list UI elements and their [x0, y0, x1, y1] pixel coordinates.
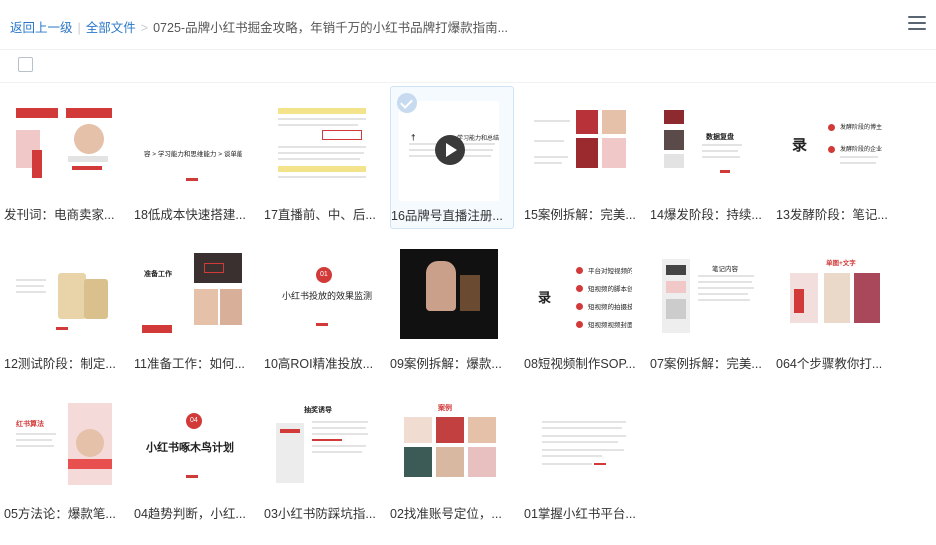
file-name: 10高ROI精准投放... — [264, 357, 374, 371]
file-name: 01掌握小红书平台... — [524, 507, 636, 521]
file-name: 17直播前、中、后... — [264, 208, 376, 222]
file-thumbnail — [398, 249, 498, 349]
select-all-row — [0, 50, 936, 83]
current-folder: 0725-品牌小红书掘金攻略，年销千万的小红书品牌打爆款指南... — [153, 21, 508, 35]
file-name: 14爆发阶段：持续... — [650, 208, 762, 222]
file-name: 04趋势判断，小红... — [134, 507, 246, 521]
file-tile[interactable]: 容 > 学习能力和思维能力 > 谈单能力 > 控场能力 18低成本快速搭建... — [134, 86, 258, 229]
file-tile[interactable]: 17直播前、中、后... — [264, 86, 388, 229]
file-tile[interactable]: 准备工作 11准备工作：如何... — [134, 235, 258, 378]
top-bar: 返回上一级 | 全部文件 >0725-品牌小红书掘金攻略，年销千万的小红书品牌打爆款指… — [0, 0, 936, 50]
file-tile[interactable]: 09案例拆解：爆款... — [390, 235, 514, 378]
breadcrumb-divider: | — [77, 21, 81, 35]
file-name: 18低成本快速搭建... — [134, 208, 246, 222]
file-thumbnail: 笔记内容 — [658, 249, 758, 349]
file-thumbnail — [272, 100, 372, 200]
file-tile[interactable]: 15案例拆解：完美... — [524, 86, 648, 229]
file-tile[interactable]: 录 发酵阶段的博主 发酵阶段的企业 13发酵阶段：笔记... — [776, 86, 900, 229]
file-tile[interactable]: 案例 02找准账号定位，... — [390, 385, 514, 528]
file-thumbnail: 录 发酵阶段的博主 发酵阶段的企业 — [784, 100, 884, 200]
file-tile[interactable]: † 学习能力和总结能 16品牌号直播注册... — [390, 86, 514, 229]
file-name: 05方法论：爆款笔... — [4, 507, 116, 521]
file-thumbnail: 抽奖诱导 — [272, 399, 372, 499]
file-thumbnail: 红书算法 — [12, 399, 112, 499]
file-name: 11准备工作：如何... — [134, 357, 245, 371]
file-thumbnail: 准备工作 — [142, 249, 242, 349]
menu-icon[interactable] — [908, 16, 926, 32]
checkmark-icon[interactable] — [397, 93, 417, 113]
file-name: 07案例拆解：完美... — [650, 357, 762, 371]
file-thumbnail — [12, 100, 112, 200]
file-tile[interactable]: 04 小红书啄木鸟计划 04趋势判断，小红... — [134, 385, 258, 528]
file-tile[interactable]: 发刊词：电商卖家... — [4, 86, 128, 229]
file-tile[interactable]: 笔记内容 07案例拆解：完美... — [650, 235, 774, 378]
file-thumbnail: 案例 — [398, 399, 498, 499]
file-name: 08短视频制作SOP... — [524, 357, 636, 371]
file-tile[interactable]: 数据复盘 14爆发阶段：持续... — [650, 86, 774, 229]
file-thumbnail: 01 小红书投放的效果监测 — [272, 249, 372, 349]
breadcrumb: 返回上一级 | 全部文件 >0725-品牌小红书掘金攻略，年销千万的小红书品牌打爆款指… — [10, 17, 508, 36]
file-tile[interactable]: 红书算法 05方法论：爆款笔... — [4, 385, 128, 528]
chevron-right-icon: > — [140, 21, 149, 35]
file-tile[interactable]: 01 小红书投放的效果监测 10高ROI精准投放... — [264, 235, 388, 378]
file-name: 09案例拆解：爆款... — [390, 357, 502, 371]
file-thumbnail — [12, 249, 112, 349]
file-name: 15案例拆解：完美... — [524, 208, 636, 222]
file-thumbnail: † 学习能力和总结能 — [399, 101, 499, 201]
file-name: 16品牌号直播注册... — [391, 209, 503, 223]
file-tile[interactable]: 12测试阶段：制定... — [4, 235, 128, 378]
back-link[interactable]: 返回上一级 — [10, 21, 73, 35]
file-name: 12测试阶段：制定... — [4, 357, 116, 371]
file-tile[interactable]: 抽奖诱导 03小红书防踩坑指... — [264, 385, 388, 528]
file-thumbnail: 数据复盘 — [658, 100, 758, 200]
select-all-checkbox[interactable] — [18, 57, 33, 72]
file-name: 064个步骤教你打... — [776, 357, 883, 371]
file-name: 03小红书防踩坑指... — [264, 507, 376, 521]
file-tile[interactable]: 单图+文字 064个步骤教你打... — [776, 235, 900, 378]
file-name: 02找准账号定位，... — [390, 507, 502, 521]
file-name: 发刊词：电商卖家... — [4, 208, 115, 222]
file-thumbnail — [532, 100, 632, 200]
file-thumbnail: 单图+文字 — [784, 249, 884, 349]
file-thumbnail: 04 小红书啄木鸟计划 — [142, 399, 242, 499]
all-files-link[interactable]: 全部文件 — [86, 21, 136, 35]
file-thumbnail: 容 > 学习能力和思维能力 > 谈单能力 > 控场能力 — [142, 100, 242, 200]
play-icon[interactable] — [435, 135, 465, 165]
file-name: 13发酵阶段：笔记... — [776, 208, 888, 222]
file-tile[interactable]: 01掌握小红书平台... — [524, 385, 648, 528]
file-tile[interactable]: 录 平台对短视频的 短视频的脚本创 短视频的拍摄技 短视频视频封面 08短视频制… — [524, 235, 648, 378]
file-thumbnail: 录 平台对短视频的 短视频的脚本创 短视频的拍摄技 短视频视频封面 — [532, 249, 632, 349]
file-thumbnail — [532, 399, 632, 499]
